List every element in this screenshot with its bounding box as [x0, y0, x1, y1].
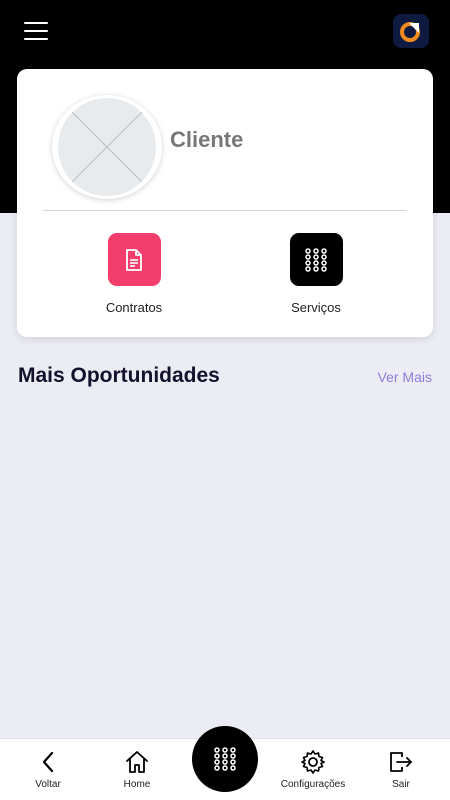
hamburger-menu-icon[interactable]	[24, 22, 48, 40]
grid-dots-icon	[214, 747, 236, 771]
grid-dots-icon	[305, 247, 327, 272]
services-button[interactable]: Serviços	[261, 233, 371, 315]
document-icon	[126, 248, 142, 271]
nav-logout[interactable]: Sair	[356, 749, 446, 790]
nav-back-label: Voltar	[35, 779, 61, 790]
card-divider	[43, 210, 407, 211]
avatar	[52, 95, 162, 199]
chevron-left-icon	[42, 751, 54, 773]
services-tile[interactable]	[289, 233, 343, 286]
contracts-button[interactable]: Contratos	[79, 233, 189, 315]
nav-settings[interactable]: Configurações	[268, 749, 358, 790]
client-name: Cliente	[170, 127, 244, 152]
contracts-tile[interactable]	[107, 233, 161, 286]
nav-home[interactable]: Home	[92, 749, 182, 790]
nav-back[interactable]: Voltar	[3, 749, 93, 790]
nav-settings-label: Configurações	[280, 779, 346, 790]
profile-card: Cliente Contratos Serviços	[17, 69, 433, 337]
contracts-label: Contratos	[105, 300, 163, 315]
gear-icon	[301, 750, 325, 774]
nav-home-label: Home	[123, 779, 151, 790]
nav-logout-label: Sair	[392, 779, 410, 790]
center-menu-button[interactable]	[192, 726, 258, 792]
services-label: Serviços	[291, 300, 341, 315]
placeholder-avatar-icon	[58, 98, 156, 196]
opportunities-title: Mais Oportunidades	[18, 364, 220, 387]
see-more-link[interactable]: Ver Mais	[378, 369, 432, 385]
home-icon	[126, 751, 148, 773]
logout-icon	[390, 752, 412, 772]
app-logo-icon[interactable]	[393, 14, 429, 48]
